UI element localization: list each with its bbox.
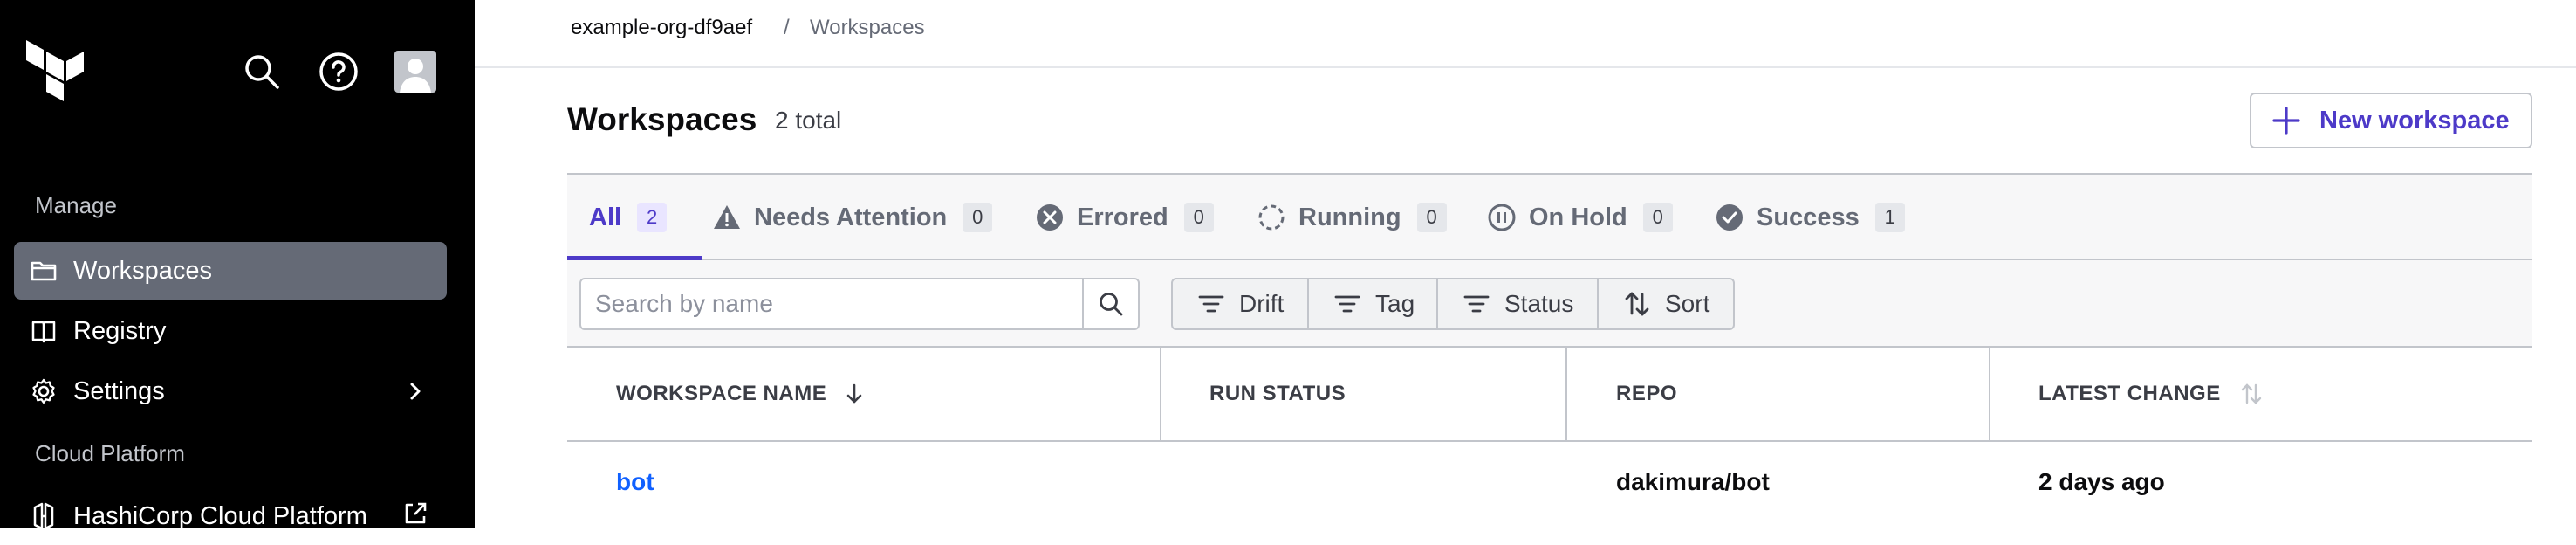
chevron-right-icon [401,377,429,405]
filter-icon [1463,290,1490,318]
tab-count-badge: 2 [637,203,668,232]
status-filter-button[interactable]: Status [1436,278,1599,330]
search-icon[interactable] [241,51,283,93]
search-input[interactable] [579,278,1084,330]
tab-label: Needs Attention [754,203,948,231]
alert-triangle-icon [712,203,742,232]
search-icon [1100,293,1123,316]
workspace-name-link[interactable]: bot [616,468,654,496]
filter-icon [1197,290,1225,318]
search-button[interactable] [1082,278,1140,330]
tab-label: On Hold [1529,203,1627,231]
repo-cell: dakimura/bot [1616,468,1770,495]
column-label: LATEST CHANGE [2038,382,2221,405]
tab-count-badge: 0 [1642,203,1673,232]
gear-icon [30,377,58,405]
sidebar-item-workspaces[interactable]: Workspaces [14,242,447,300]
cloud-platform-heading: Cloud Platform [35,440,185,466]
tab-label: Errored [1077,203,1168,231]
column-header-workspace-name[interactable]: WORKSPACE NAME [616,348,865,440]
sidebar-item-registry[interactable]: Registry [14,302,447,360]
pause-circle-icon [1487,203,1517,232]
tab-all[interactable]: All 2 [589,175,668,260]
breadcrumb-current: Workspaces [810,16,925,39]
filter-toolbar: Drift Tag Status Sort [567,260,2532,348]
tab-errored[interactable]: Errored 0 [1035,175,1214,260]
sort-icon [2241,383,2261,404]
sidebar-item-hashicorp-cloud[interactable]: HashiCorp Cloud Platform [14,487,447,545]
registry-icon [30,317,58,345]
loading-icon [1257,203,1286,232]
column-label: WORKSPACE NAME [616,382,827,405]
filter-label: Sort [1665,290,1710,317]
page-title: Workspaces [567,101,757,137]
tab-needs-attention[interactable]: Needs Attention 0 [712,175,993,260]
tab-count-badge: 0 [963,203,993,232]
filter-icon [1333,290,1361,318]
table-row: bot dakimura/bot 2 days ago [567,444,2532,528]
workspace-count: 2 total [775,107,842,134]
swap-vertical-icon [1623,290,1651,318]
breadcrumb-org-link[interactable]: example-org-df9aef [571,16,752,40]
table-header: WORKSPACE NAME RUN STATUS REPO LATEST CH… [567,348,2532,442]
external-link-icon [401,500,429,528]
status-tabs: All 2 Needs Attention 0 Errored 0 Runnin… [567,173,2532,260]
column-header-repo: REPO [1616,382,1678,405]
column-header-latest-change[interactable]: LATEST CHANGE [2038,348,2263,440]
check-circle-icon [1715,203,1744,232]
tab-label: Success [1757,203,1860,231]
manage-heading: Manage [35,192,117,218]
avatar-icon[interactable] [394,51,436,93]
tab-on-hold[interactable]: On Hold 0 [1487,175,1673,260]
sidebar: Manage Workspaces Registry Settings Clou… [0,0,475,530]
new-workspace-button[interactable]: New workspace [2250,93,2532,148]
breadcrumb-separator: / [784,16,790,39]
column-divider [1160,348,1161,440]
new-workspace-label: New workspace [2319,106,2510,135]
folder-icon [30,257,58,285]
tab-count-badge: 0 [1183,203,1214,232]
sort-button[interactable]: Sort [1597,278,1735,330]
plus-icon [2271,105,2302,136]
latest-change-cell: 2 days ago [2038,468,2165,495]
sidebar-item-label: HashiCorp Cloud Platform [73,501,367,530]
tab-running[interactable]: Running 0 [1257,175,1447,260]
drift-filter-button[interactable]: Drift [1171,278,1309,330]
sidebar-item-label: Workspaces [73,256,213,285]
column-header-run-status: RUN STATUS [1209,382,1346,405]
hashicorp-icon [30,502,58,530]
tab-count-badge: 1 [1874,203,1905,232]
tab-label: All [589,203,622,231]
filter-label: Status [1504,290,1574,317]
tab-count-badge: 0 [1416,203,1447,232]
x-circle-icon [1035,203,1065,232]
arrow-down-icon [846,383,862,404]
column-divider [1989,348,1990,440]
tag-filter-button[interactable]: Tag [1307,278,1438,330]
sidebar-item-settings[interactable]: Settings [14,362,447,420]
breadcrumb: example-org-df9aef / Workspaces [475,0,2576,68]
filter-label: Drift [1239,290,1285,317]
terraform-logo[interactable] [26,40,84,101]
filter-label: Tag [1375,290,1415,317]
tab-success[interactable]: Success 1 [1715,175,1905,260]
help-icon[interactable] [318,51,360,93]
tab-label: Running [1298,203,1401,231]
sidebar-item-label: Registry [73,316,167,345]
column-divider [1565,348,1567,440]
sidebar-item-label: Settings [73,376,165,405]
